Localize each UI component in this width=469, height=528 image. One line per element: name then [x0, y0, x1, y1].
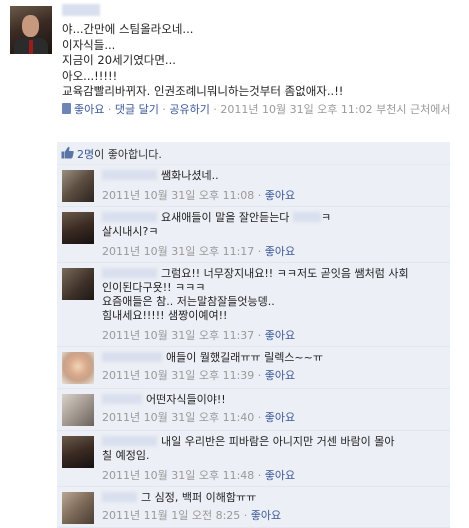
commenter-name-blurred[interactable]: [102, 170, 157, 180]
comment-text: 애들이 뭘했길래ㅠㅠ 릴렉스~~ㅠ: [166, 351, 323, 364]
comment-item: 애들이 뭘했길래ㅠㅠ 릴렉스~~ㅠ 2011년 10월 31일 오후 11:39…: [57, 347, 450, 389]
comment-timestamp[interactable]: 2011년 11월 1일 오전 8:25: [102, 509, 240, 522]
commenter-name-blurred[interactable]: [102, 492, 137, 502]
comment-text-line: 요즘애들은 참.. 저는말참잘들엇능뎅..: [102, 295, 275, 308]
comment-text-line: 요새애들이 말을 잘안듣는다 ㅋ: [102, 211, 331, 225]
comment-link[interactable]: 댓글 달기: [115, 103, 159, 116]
post-line: 지금이 20세기였다면...: [62, 53, 176, 67]
commenter-avatar[interactable]: [62, 492, 94, 524]
comment-item: 쌤화나셨네.. 2011년 10월 31일 오후 11:08 · 좋아요: [57, 165, 450, 207]
comment-text: 내일 우리반은 피바람은 아니지만 거센 바람이 몰아: [161, 435, 395, 448]
post-line: 아오...!!!!!: [62, 68, 118, 83]
comment-text-line: 칠 예정임.: [102, 449, 150, 462]
post-body: 야...간만에 스팀올라오네... 이자식들... 지금이 20세기였다면...…: [62, 22, 462, 100]
comment-meta: 2011년 10월 31일 오후 11:08 · 좋아요: [102, 189, 296, 202]
commenter-name-blurred[interactable]: [102, 352, 162, 362]
comment-item: 그 심정, 백퍼 이해함ㅠㅠ 2011년 11월 1일 오전 8:25 · 좋아…: [57, 487, 450, 528]
comment-text-line: 내일 우리반은 피바람은 아니지만 거센 바람이 몰아: [102, 435, 395, 449]
likes-count-link[interactable]: 2명: [77, 148, 94, 161]
commenter-name-blurred[interactable]: [102, 268, 157, 278]
commenter-avatar[interactable]: [62, 352, 94, 384]
post-author-name-blurred[interactable]: [62, 4, 100, 16]
comment-timestamp[interactable]: 2011년 10월 31일 오후 11:39: [102, 369, 254, 382]
post-timestamp[interactable]: 2011년 10월 31일 오후 11:02: [220, 103, 372, 116]
separator: ·: [158, 103, 170, 116]
post-type-icon: [62, 103, 71, 114]
post-line: 교육감빨리바뀌자. 인권조례니뭐니하는것부터 좀없애자..!!: [62, 84, 344, 98]
avatar-face: [22, 15, 39, 37]
comment-like-link[interactable]: 좋아요: [265, 469, 295, 482]
comment-timestamp[interactable]: 2011년 10월 31일 오후 11:48: [102, 469, 254, 482]
comment-meta: 2011년 10월 31일 오후 11:17 · 좋아요: [102, 245, 296, 258]
post-line: 야...간만에 스팀올라오네...: [62, 22, 194, 36]
post-line: 이자식들...: [62, 37, 116, 52]
comment-like-link[interactable]: 좋아요: [265, 329, 295, 342]
comment-meta: 2011년 10월 31일 오후 11:37 · 좋아요: [102, 329, 296, 342]
comment-meta: 2011년 10월 31일 오후 11:40 · 좋아요: [102, 411, 296, 424]
blurred-word: [292, 212, 321, 222]
post-author-avatar[interactable]: [10, 6, 52, 54]
comment-text-line: 애들이 뭘했길래ㅠㅠ 릴렉스~~ㅠ: [102, 351, 323, 365]
comment-text: 어떤자식들이야!!: [146, 393, 226, 406]
comment-text: 쌤화나셨네..: [161, 169, 219, 182]
comment-like-link[interactable]: 좋아요: [265, 189, 295, 202]
commenter-avatar[interactable]: [62, 268, 94, 300]
comment-text-line: 살시내시?ㅋ: [102, 225, 159, 238]
post-action-bar: 좋아요 · 댓글 달기 · 공유하기 · 2011년 10월 31일 오후 11…: [62, 101, 457, 119]
commenter-avatar[interactable]: [62, 170, 94, 202]
share-link[interactable]: 공유하기: [169, 103, 209, 116]
comment-text-line: 그럼요!! 너무장지내요!! ㅋㅋ저도 곧잇음 쌤처럼 사회: [102, 267, 409, 281]
commenter-avatar[interactable]: [62, 212, 94, 244]
comment-item: 어떤자식들이야!! 2011년 10월 31일 오후 11:40 · 좋아요: [57, 389, 450, 431]
thumbs-up-icon: [61, 146, 74, 159]
comment-text: 그 심정, 백퍼 이해함ㅠㅠ: [141, 491, 257, 504]
separator: ·: [104, 103, 115, 116]
comment-text: 요새애들이 말을 잘안듣는다: [161, 211, 293, 224]
comment-timestamp[interactable]: 2011년 10월 31일 오후 11:08: [102, 189, 254, 202]
comment-text-line: 어떤자식들이야!!: [102, 393, 226, 407]
likes-suffix: 이 좋아합니다.: [94, 148, 162, 161]
comment-text-line: 힘내세요!!!!! 샘짱이예여!!: [102, 309, 228, 322]
comment-meta: 2011년 10월 31일 오후 11:48 · 좋아요: [102, 469, 296, 482]
commenter-name-blurred[interactable]: [102, 394, 142, 404]
separator: ·: [209, 103, 221, 116]
comment-text: 그럼요!! 너무장지내요!! ㅋㅋ저도 곧잇음 쌤처럼 사회: [161, 267, 409, 280]
comment-like-link[interactable]: 좋아요: [251, 509, 281, 522]
comment-text-line: 그 심정, 백퍼 이해함ㅠㅠ: [102, 491, 256, 505]
post-location[interactable]: 부천시 근처에서: [373, 103, 450, 116]
comment-meta: 2011년 11월 1일 오전 8:25 · 좋아요: [102, 509, 282, 522]
commenter-name-blurred[interactable]: [102, 436, 157, 446]
comment-text-line: 쌤화나셨네..: [102, 169, 219, 183]
comment-like-link[interactable]: 좋아요: [265, 369, 295, 382]
comment-list: 쌤화나셨네.. 2011년 10월 31일 오후 11:08 · 좋아요 요새애…: [57, 165, 450, 528]
comment-meta: 2011년 10월 31일 오후 11:39 · 좋아요: [102, 369, 296, 382]
commenter-avatar[interactable]: [62, 436, 94, 468]
likes-text: 2명이 좋아합니다.: [77, 146, 162, 162]
comment-like-link[interactable]: 좋아요: [265, 411, 295, 424]
comment-item: 그럼요!! 너무장지내요!! ㅋㅋ저도 곧잇음 쌤처럼 사회 인이된다구욧!! …: [57, 263, 450, 347]
commenter-avatar[interactable]: [62, 394, 94, 426]
comment-timestamp[interactable]: 2011년 10월 31일 오후 11:37: [102, 329, 254, 342]
likes-summary-bar: 2명이 좋아합니다.: [57, 142, 450, 165]
comment-timestamp[interactable]: 2011년 10월 31일 오후 11:17: [102, 245, 254, 258]
commenter-name-blurred[interactable]: [102, 212, 157, 222]
comment-item: 요새애들이 말을 잘안듣는다 ㅋ 살시내시?ㅋ 2011년 10월 31일 오후…: [57, 207, 450, 263]
comment-text: ㅋ: [320, 211, 332, 224]
comment-timestamp[interactable]: 2011년 10월 31일 오후 11:40: [102, 411, 254, 424]
avatar-tie: [29, 40, 33, 54]
comment-like-link[interactable]: 좋아요: [265, 245, 295, 258]
comment-text-line: 인이된다구욧!! ㅋㅋㅋ: [102, 281, 206, 294]
comment-item: 내일 우리반은 피바람은 아니지만 거센 바람이 몰아 칠 예정임. 2011년…: [57, 431, 450, 487]
like-link[interactable]: 좋아요: [74, 103, 104, 116]
